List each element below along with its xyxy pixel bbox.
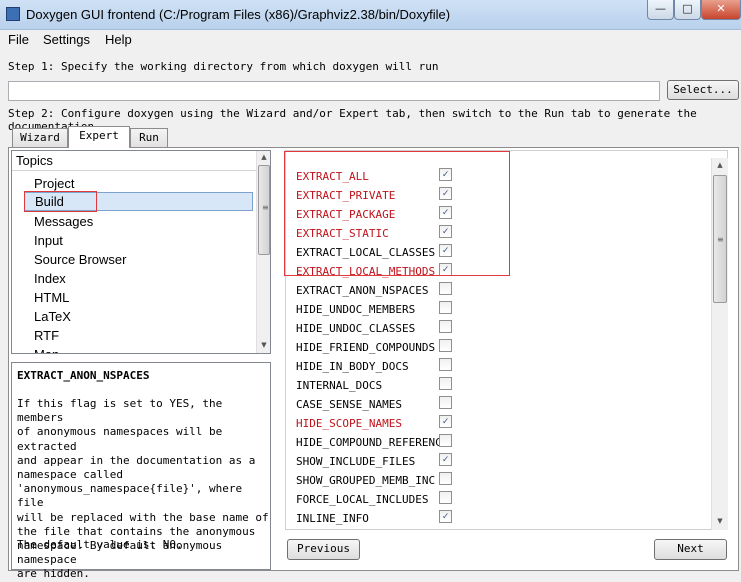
topic-item-index[interactable]: Index (24, 269, 253, 288)
topic-item-html[interactable]: HTML (24, 288, 253, 307)
next-button[interactable]: Next (654, 539, 727, 560)
option-checkbox[interactable]: ✓ (439, 415, 452, 428)
option-checkbox[interactable] (439, 472, 452, 485)
close-button[interactable]: ✕ (701, 0, 741, 20)
options-scrollbar[interactable]: ▲ ≡ ▼ (711, 158, 728, 530)
option-label: HIDE_COMPOUND_REFERENCE (296, 436, 449, 449)
previous-button[interactable]: Previous (287, 539, 360, 560)
option-label: INLINE_INFO (296, 512, 369, 525)
scroll-down-arrow-icon[interactable]: ▼ (712, 517, 728, 525)
topics-list[interactable]: Topics Project Build Messages Input Sour… (11, 150, 271, 354)
option-label: HIDE_UNDOC_MEMBERS (296, 303, 416, 316)
grip-icon: ≡ (262, 203, 269, 212)
extract-options-highlight-box (284, 151, 510, 276)
grip-icon: ≡ (717, 235, 724, 244)
scrollbar-thumb[interactable]: ≡ (258, 165, 270, 255)
select-directory-button[interactable]: Select... (667, 80, 739, 100)
topic-item-input[interactable]: Input (24, 231, 253, 250)
title-bar[interactable]: Doxygen GUI frontend (C:/Program Files (… (0, 0, 741, 30)
working-directory-input[interactable] (8, 81, 660, 101)
topics-header: Topics (12, 151, 256, 171)
option-label: SHOW_INCLUDE_FILES (296, 455, 416, 468)
topics-scrollbar[interactable]: ▲ ≡ ▼ (256, 151, 270, 353)
topic-item-source-browser[interactable]: Source Browser (24, 250, 253, 269)
scroll-up-arrow-icon[interactable]: ▲ (257, 153, 270, 161)
option-checkbox[interactable] (439, 377, 452, 390)
tab-wizard[interactable]: Wizard (12, 128, 68, 147)
menu-bar: File Settings Help (0, 30, 741, 50)
option-label: FORCE_LOCAL_INCLUDES (296, 493, 429, 506)
option-checkbox[interactable] (439, 301, 452, 314)
option-label: CASE_SENSE_NAMES (296, 398, 402, 411)
option-checkbox[interactable] (439, 320, 452, 333)
option-label: HIDE_UNDOC_CLASSES (296, 322, 416, 335)
menu-file[interactable]: File (8, 32, 29, 47)
option-checkbox[interactable] (439, 491, 452, 504)
option-checkbox[interactable] (439, 434, 452, 447)
scroll-down-arrow-icon[interactable]: ▼ (257, 341, 270, 349)
description-title: EXTRACT_ANON_NSPACES (17, 369, 150, 382)
description-body: If this flag is set to YES, the members … (17, 397, 269, 581)
topic-item-rtf[interactable]: RTF (24, 326, 253, 345)
option-label: SHOW_GROUPED_MEMB_INC (296, 474, 436, 487)
tab-expert[interactable]: Expert (68, 126, 130, 148)
topic-item-latex[interactable]: LaTeX (24, 307, 253, 326)
option-checkbox[interactable] (439, 396, 452, 409)
minimize-button[interactable]: — (647, 0, 674, 20)
menu-settings[interactable]: Settings (43, 32, 90, 47)
app-icon (6, 7, 20, 21)
option-label: HIDE_FRIEND_COMPOUNDS (296, 341, 436, 354)
option-checkbox[interactable]: ✓ (439, 453, 452, 466)
option-label: HIDE_IN_BODY_DOCS (296, 360, 409, 373)
build-highlight-box (24, 191, 97, 212)
menu-help[interactable]: Help (105, 32, 132, 47)
option-checkbox[interactable] (439, 282, 452, 295)
option-label: EXTRACT_ANON_NSPACES (296, 284, 429, 297)
option-checkbox[interactable] (439, 358, 452, 371)
topic-item-man[interactable]: Man (24, 345, 253, 353)
step1-label: Step 1: Specify the working directory fr… (8, 60, 439, 73)
scrollbar-thumb[interactable]: ≡ (713, 175, 727, 303)
description-default: The default value is: NO. (17, 538, 183, 551)
tab-run[interactable]: Run (130, 128, 168, 147)
option-description-panel: EXTRACT_ANON_NSPACES If this flag is set… (11, 362, 271, 580)
option-checkbox[interactable]: ✓ (439, 510, 452, 523)
maximize-button[interactable]: □ (674, 0, 701, 20)
option-checkbox[interactable] (439, 339, 452, 352)
scroll-up-arrow-icon[interactable]: ▲ (712, 161, 728, 169)
option-label: HIDE_SCOPE_NAMES (296, 417, 402, 430)
window-title: Doxygen GUI frontend (C:/Program Files (… (26, 7, 451, 22)
topic-item-messages[interactable]: Messages (24, 212, 253, 231)
option-label: INTERNAL_DOCS (296, 379, 383, 392)
